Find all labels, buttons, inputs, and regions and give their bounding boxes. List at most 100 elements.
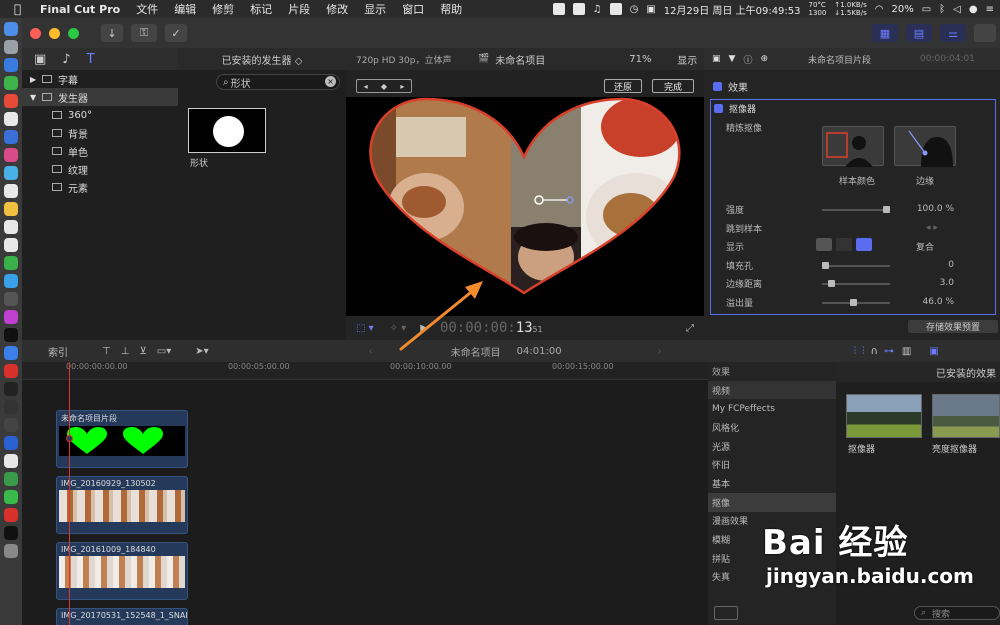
safari-icon[interactable] [4,58,18,72]
sidebar-toggle-icon[interactable] [714,606,738,620]
effects-search-input[interactable]: ⌕ 搜索 [914,606,1000,620]
reminders-icon[interactable] [4,220,18,234]
import-button[interactable]: ↓ [101,24,123,42]
podcasts-icon[interactable] [4,310,18,324]
headphones-icon[interactable]: ∩ [871,346,878,357]
effects-category[interactable]: 风格化 [708,418,836,437]
save-effects-preset-button[interactable]: 存储效果预置 [908,320,998,333]
menu-view[interactable]: 显示 [364,1,386,17]
shape-generator-thumbnail[interactable] [188,108,266,153]
effects-browser-icon[interactable]: ▣ [929,346,938,357]
edge-distance-slider-knob[interactable] [828,280,836,287]
fill-holes-slider-knob[interactable] [822,262,829,269]
show-timeline-button[interactable]: ▤ [906,24,932,42]
zoom-window-button[interactable] [68,27,79,39]
yandex-icon[interactable] [4,454,18,468]
view-original-icon[interactable] [836,238,852,251]
sidebar-subitem[interactable]: 背景 [22,124,178,142]
menu-window[interactable]: 窗口 [402,1,424,17]
disclosure-icon[interactable]: ▼ [30,93,40,102]
timeline-clip[interactable]: IMG_20160929_130502 [56,476,188,534]
history-forward-icon[interactable]: › [658,346,662,357]
spill-level-slider-knob[interactable] [850,299,858,306]
fill-holes-slider[interactable] [822,262,890,269]
app-icon[interactable] [4,130,18,144]
sidebar-item-generators[interactable]: ▼ 发生器 [22,88,178,106]
spill-level-slider[interactable] [822,299,890,306]
share-inspector-icon[interactable]: ⊕ [760,54,768,64]
index-button[interactable]: 索引 [48,344,102,359]
calendar-icon[interactable] [4,184,18,198]
insert-clip-icon[interactable]: ⊥ [121,346,130,357]
info-inspector-icon[interactable]: ⓘ [743,53,752,66]
effects-category-video[interactable]: 视频 [708,380,836,400]
background-tasks-button[interactable]: ✓ [165,24,187,42]
effects-category[interactable]: 光源 [708,437,836,456]
fill-holes-value[interactable]: 0 [914,257,954,273]
menu-mark[interactable]: 标记 [250,1,272,17]
network-readout[interactable]: ↑1.0KB/s ↓1.5KB/s [834,1,866,17]
battery-percent[interactable]: 20% [891,4,913,15]
effects-section[interactable]: 效果 [704,78,1000,94]
color-inspector-icon[interactable]: ▼ [729,54,736,64]
effects-category-keying[interactable]: 抠像 [708,492,836,512]
status-app-icon[interactable] [552,3,565,15]
edges-button[interactable] [894,126,956,167]
datetime[interactable]: 12月29日 周日 上午09:49:53 [664,2,801,17]
status-app-icon[interactable] [609,3,622,15]
app-icon[interactable] [4,112,18,126]
close-window-button[interactable] [30,27,41,39]
control-center-icon[interactable]: ≡ [986,4,994,15]
app-icon[interactable] [4,364,18,378]
menu-edit[interactable]: 编辑 [174,1,196,17]
keyer-checkbox[interactable] [714,104,723,113]
app-icon[interactable] [4,274,18,288]
terminal-icon[interactable] [4,382,18,396]
menu-app[interactable]: Final Cut Pro [40,3,120,16]
app-icon[interactable] [4,472,18,486]
sidebar-subitem[interactable]: 360° [22,106,178,124]
keyer-effect-thumbnail[interactable] [846,394,922,438]
app-icon[interactable] [4,292,18,306]
reset-button[interactable]: 还原 [604,79,642,93]
clear-search-icon[interactable]: × [325,76,336,87]
sample-color-button[interactable] [822,126,884,167]
battery-icon[interactable]: ▭ [922,4,931,15]
finder-icon[interactable] [4,22,18,36]
photos-icon[interactable] [4,238,18,252]
sidebar-subitem[interactable]: 元素 [22,178,178,196]
notes-icon[interactable] [4,202,18,216]
activity-monitor-icon[interactable] [4,400,18,414]
next-keyframe-icon[interactable]: ▸ [400,82,404,91]
display-dropdown[interactable]: 显示 [677,52,697,67]
app-icon[interactable] [4,508,18,522]
show-libraries-button[interactable]: ▦ [872,24,898,42]
sensor-readout[interactable]: 70°C 1300 [809,1,827,17]
messages-icon[interactable] [4,256,18,270]
timeline-clip-compound[interactable]: 未命名项目片段 [56,410,188,468]
browser-search-input[interactable]: ⌕ 形状 × [216,74,340,90]
browser-header[interactable]: 已安装的发生器 ◇ [178,48,346,70]
menu-modify[interactable]: 修改 [326,1,348,17]
keywords-button[interactable]: ⚿ [131,24,157,42]
user-icon[interactable]: ● [969,4,978,15]
wifi-icon[interactable]: ◠ [875,4,884,15]
done-button[interactable]: 完成 [652,79,694,93]
app-icon[interactable] [4,418,18,432]
timeline-clip[interactable]: IMG_20170531_152548_1_SNAP [56,608,188,625]
appstore-icon[interactable] [4,346,18,360]
edge-distance-value[interactable]: 3.0 [914,275,954,291]
titles-generators-icon[interactable]: T [87,52,95,67]
view-matte-icon[interactable] [816,238,832,251]
view-composite-icon[interactable] [856,238,872,251]
chrome-icon[interactable] [4,94,18,108]
connect-clip-icon[interactable]: ⊤ [102,346,111,357]
add-keyframe-icon[interactable]: ◆ [381,82,387,91]
sidebar-item-titles[interactable]: ▶ 字幕 [22,70,178,88]
sample-nav-arrows[interactable]: ◂ ▸ [926,220,956,236]
prev-keyframe-icon[interactable]: ◂ [364,82,368,91]
playhead[interactable] [69,362,70,625]
clip-appearance-icon[interactable]: ▥ [902,346,911,357]
menu-help[interactable]: 帮助 [440,1,462,17]
share-button[interactable] [974,24,996,42]
